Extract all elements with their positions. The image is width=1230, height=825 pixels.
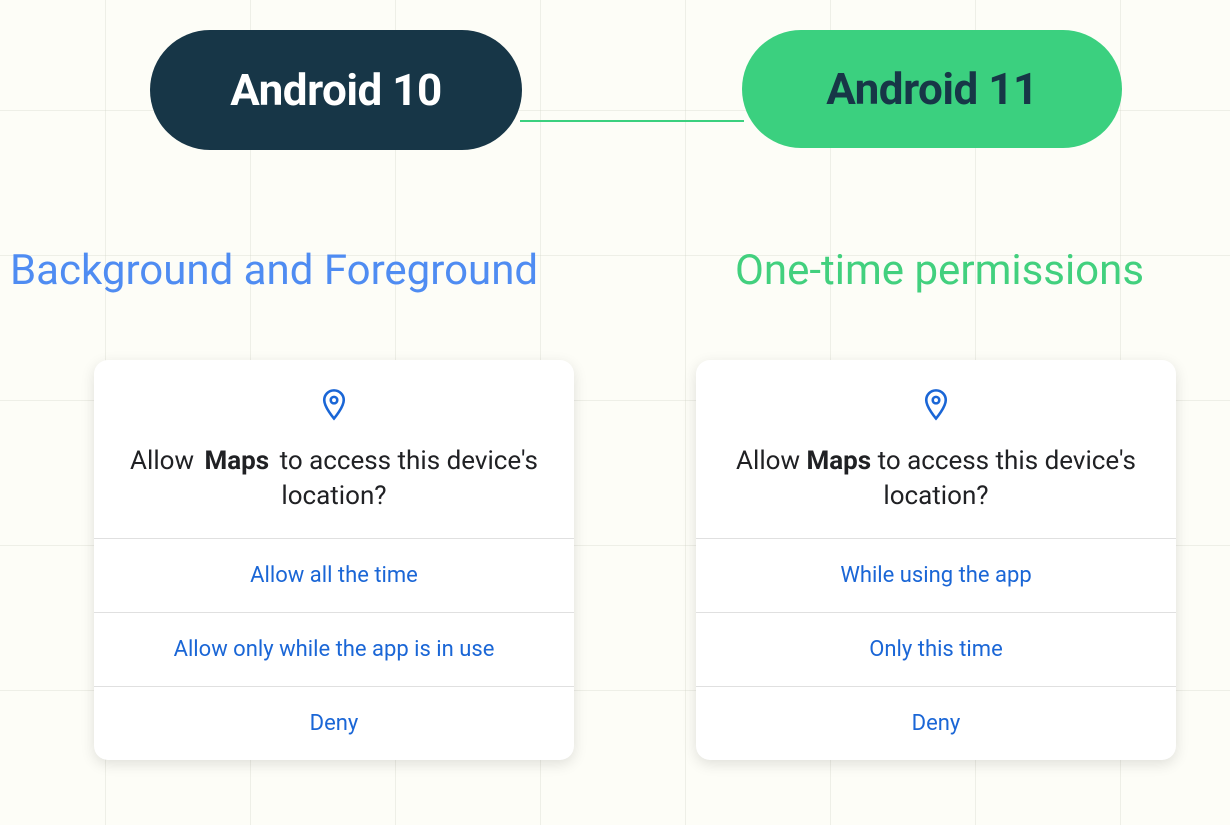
dialog-header: Allow Maps to access this device's locat… xyxy=(696,360,1176,538)
prompt-pre: Allow xyxy=(736,446,806,476)
android-11-permission-dialog: Allow Maps to access this device's locat… xyxy=(696,360,1176,760)
left-section-heading: Background and Foreground xyxy=(10,246,538,295)
dialog-prompt: Allow Maps to access this device's locat… xyxy=(726,444,1146,514)
option-while-using-app[interactable]: While using the app xyxy=(696,538,1176,612)
android-10-pill: Android 10 xyxy=(150,30,522,150)
version-connector-line xyxy=(520,120,744,122)
android-11-label: Android 11 xyxy=(826,63,1037,115)
prompt-pre: Allow xyxy=(130,446,200,476)
android-10-permission-dialog: Allow Maps to access this device's locat… xyxy=(94,360,574,760)
prompt-app-name: Maps xyxy=(806,446,871,476)
location-pin-icon xyxy=(321,388,347,426)
option-allow-while-in-use[interactable]: Allow only while the app is in use xyxy=(94,612,574,686)
right-section-heading: One-time permissions xyxy=(735,246,1144,295)
dialog-header: Allow Maps to access this device's locat… xyxy=(94,360,574,538)
version-pill-row: Android 10 Android 11 xyxy=(0,30,1230,160)
option-only-this-time[interactable]: Only this time xyxy=(696,612,1176,686)
prompt-post: to access this device's location? xyxy=(871,446,1136,511)
option-deny[interactable]: Deny xyxy=(696,686,1176,760)
android-10-label: Android 10 xyxy=(230,64,441,116)
prompt-app-name: Maps xyxy=(200,446,273,476)
option-allow-all-time[interactable]: Allow all the time xyxy=(94,538,574,612)
android-11-pill: Android 11 xyxy=(742,30,1122,148)
prompt-post: to access this device's location? xyxy=(273,446,538,511)
option-deny[interactable]: Deny xyxy=(94,686,574,760)
location-pin-icon xyxy=(923,388,949,426)
dialog-prompt: Allow Maps to access this device's locat… xyxy=(124,444,544,514)
